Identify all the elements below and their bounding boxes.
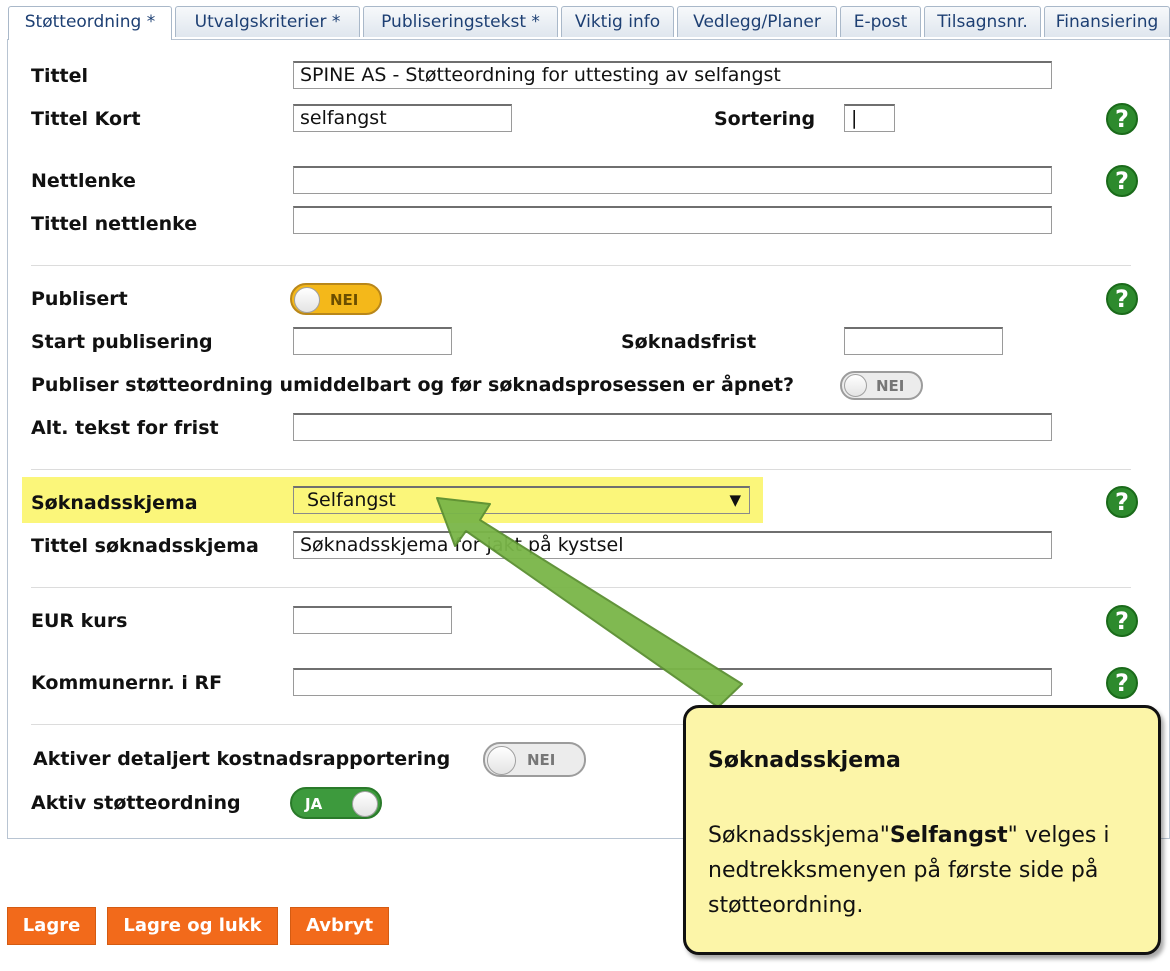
kommunenr-input[interactable] xyxy=(293,668,1052,696)
kommunenr-label: Kommunernr. i RF xyxy=(31,672,223,694)
save-button[interactable]: Lagre xyxy=(7,907,96,945)
toggle-state: NEI xyxy=(527,751,556,769)
soknadsfrist-input[interactable] xyxy=(844,327,1003,355)
kostnadsrapportering-label: Aktiver detaljert kostnadsrapportering xyxy=(33,748,451,770)
tab-viktig-info[interactable]: Viktig info xyxy=(561,6,674,37)
publiser-umiddelbart-label: Publiser støtteordning umiddelbart og fø… xyxy=(31,374,794,396)
callout-body: Søknadsskjema"Selfangst" velges i nedtre… xyxy=(708,818,1138,923)
eur-kurs-label: EUR kurs xyxy=(31,610,128,632)
tab-utvalgskriterier[interactable]: Utvalgskriterier * xyxy=(175,6,360,37)
callout-box: Søknadsskjema Søknadsskjema"Selfangst" v… xyxy=(683,705,1161,955)
tittel-nettlenke-label: Tittel nettlenke xyxy=(31,213,198,235)
tittel-input[interactable]: SPINE AS - Støtteordning for uttesting a… xyxy=(293,61,1052,89)
nettlenke-input[interactable] xyxy=(293,166,1052,194)
help-icon[interactable]: ? xyxy=(1106,283,1138,315)
toggle-knob xyxy=(294,287,320,313)
callout-text: Søknadsskjema" xyxy=(708,823,890,848)
help-icon[interactable]: ? xyxy=(1106,667,1138,699)
alt-tekst-input[interactable] xyxy=(293,413,1052,441)
tab-vedlegg-planer[interactable]: Vedlegg/Planer xyxy=(677,6,837,37)
soknadsskjema-selected-value: Selfangst xyxy=(307,489,396,511)
divider xyxy=(31,587,1131,588)
soknadsskjema-label: Søknadsskjema xyxy=(31,492,198,514)
nettlenke-label: Nettlenke xyxy=(31,170,136,192)
toggle-knob xyxy=(487,746,516,775)
start-publisering-input[interactable] xyxy=(293,327,452,355)
tittel-nettlenke-input[interactable] xyxy=(293,206,1052,234)
tab-e-post[interactable]: E-post xyxy=(840,6,921,37)
toggle-state: NEI xyxy=(876,377,905,395)
start-publisering-label: Start publisering xyxy=(31,331,213,353)
soknadsskjema-select[interactable]: Selfangst ▼ xyxy=(293,486,750,514)
eur-kurs-input[interactable] xyxy=(293,606,452,634)
callout-bold: Selfangst xyxy=(889,823,1008,848)
sortering-label: Sortering xyxy=(714,108,816,130)
aktiv-label: Aktiv støtteordning xyxy=(31,792,241,814)
save-and-close-button[interactable]: Lagre og lukk xyxy=(107,907,278,945)
tab-tilsagnsnr[interactable]: Tilsagnsnr. xyxy=(924,6,1041,37)
aktiv-toggle[interactable]: JA xyxy=(290,787,382,819)
kostnadsrapportering-toggle[interactable]: NEI xyxy=(483,742,586,777)
help-icon[interactable]: ? xyxy=(1106,486,1138,518)
tittel-soknadsskjema-input[interactable]: Søknadsskjema for jakt på kystsel xyxy=(293,531,1052,559)
tittel-soknadsskjema-label: Tittel søknadsskjema xyxy=(31,535,259,557)
publisert-toggle[interactable]: NEI xyxy=(290,283,382,315)
help-icon[interactable]: ? xyxy=(1106,605,1138,637)
sortering-input[interactable]: | xyxy=(844,104,895,132)
help-icon[interactable]: ? xyxy=(1106,103,1138,135)
alt-tekst-label: Alt. tekst for frist xyxy=(31,417,219,439)
divider xyxy=(31,265,1131,266)
toggle-knob xyxy=(844,374,867,397)
callout-title: Søknadsskjema xyxy=(708,748,901,773)
soknadsfrist-label: Søknadsfrist xyxy=(621,331,757,353)
divider xyxy=(31,469,1131,470)
chevron-down-icon: ▼ xyxy=(729,491,741,509)
toggle-state: JA xyxy=(305,795,323,813)
publiser-umiddelbart-toggle[interactable]: NEI xyxy=(840,371,923,400)
tittel-kort-label: Tittel Kort xyxy=(31,108,141,130)
toggle-knob xyxy=(352,791,378,817)
cancel-button[interactable]: Avbryt xyxy=(290,907,389,945)
toggle-state: NEI xyxy=(330,291,359,309)
tab-stotteordning[interactable]: Støtteordning * xyxy=(8,6,172,40)
publisert-label: Publisert xyxy=(31,288,128,310)
help-icon[interactable]: ? xyxy=(1106,165,1138,197)
tittel-kort-input[interactable]: selfangst xyxy=(293,104,512,132)
tab-bar: Støtteordning * Utvalgskriterier * Publi… xyxy=(8,6,1170,40)
tittel-label: Tittel xyxy=(31,65,89,87)
tab-publiseringstekst[interactable]: Publiseringstekst * xyxy=(363,6,558,37)
tab-finansiering[interactable]: Finansiering xyxy=(1044,6,1170,37)
